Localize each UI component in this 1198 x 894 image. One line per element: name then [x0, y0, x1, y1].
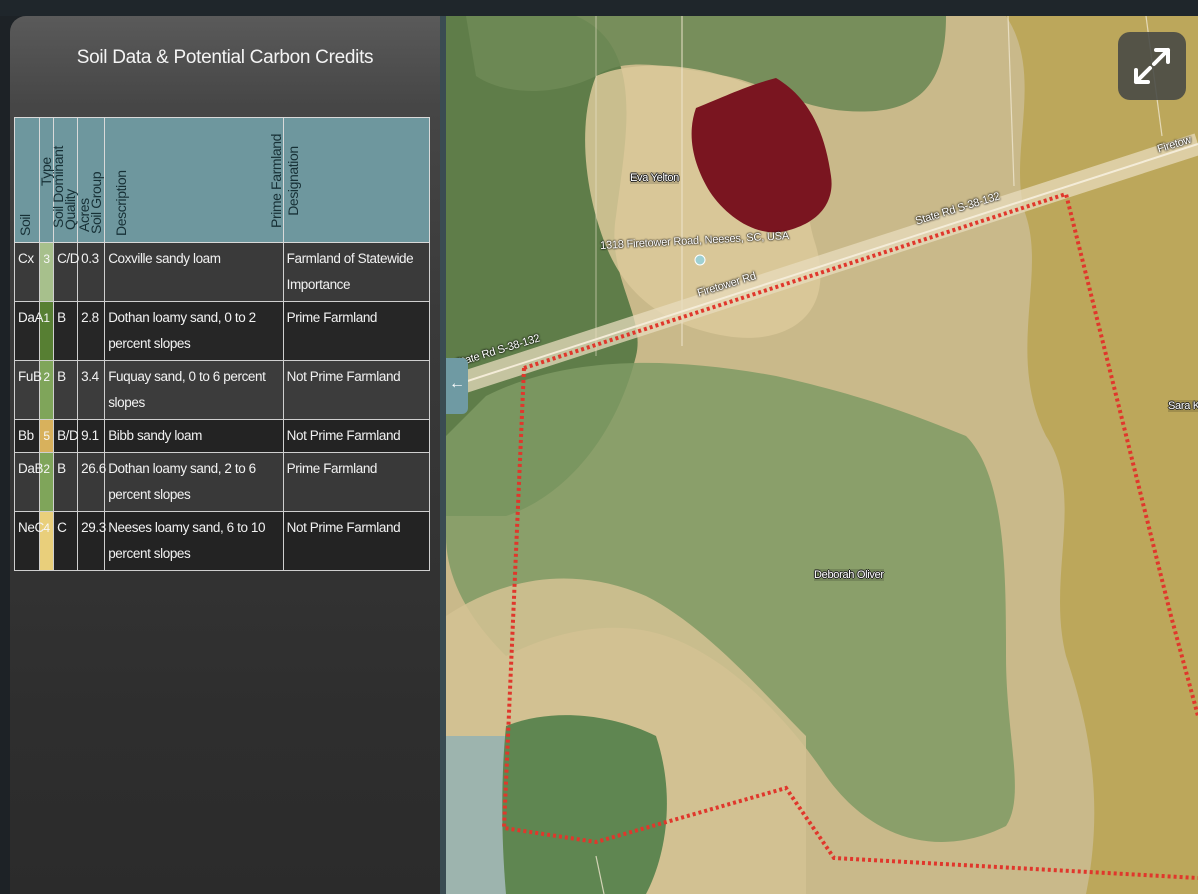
map-canvas	[446, 16, 1198, 894]
table-row[interactable]: Cx 3 C/D 0.3 Coxville sandy loam Farmlan…	[13, 242, 431, 302]
panel-title: Soil Data & Potential Carbon Credits	[76, 47, 374, 68]
address-pin-icon[interactable]	[694, 254, 706, 266]
cell-description: Dothan loamy sand, 2 to 6 percent slopes	[104, 452, 284, 512]
cell-soil: NeC	[13, 511, 44, 571]
soil-map[interactable]: Eva Yelton Deborah Oliver Sara K 1318 Fi…	[446, 16, 1198, 894]
owner-label-1[interactable]: Eva Yelton	[630, 172, 679, 184]
header-soil-group-label: Soil Group	[88, 171, 105, 234]
cell-description: Coxville sandy loam	[104, 242, 284, 302]
cell-soil: Cx	[13, 242, 41, 302]
expand-icon	[1134, 48, 1170, 84]
map-forest-bottom	[502, 715, 667, 894]
cell-soil: FuB	[13, 360, 42, 420]
header-acres: Acres Soil Group	[76, 117, 106, 243]
header-soil-label: Soil	[17, 214, 33, 236]
cell-farmland: Not Prime Farmland	[282, 360, 431, 420]
cell-acres: 9.1	[77, 419, 106, 453]
cell-group: C	[53, 511, 79, 571]
cell-group: B	[53, 301, 79, 361]
table-header-row: Soil Type Soil Dominant Quality Acres Soil…	[13, 117, 431, 243]
cell-type: 3	[39, 242, 55, 302]
cell-description: Bibb sandy loam	[104, 419, 284, 453]
cell-farmland: Not Prime Farmland	[282, 511, 431, 571]
owner-label-2[interactable]: Deborah Oliver	[814, 569, 884, 581]
cell-acres: 2.8	[77, 301, 106, 361]
cell-farmland: Not Prime Farmland	[282, 419, 431, 453]
top-bar	[0, 0, 1198, 16]
header-quality-label: Quality	[62, 189, 79, 230]
table-row[interactable]: DaA 1 B 2.8 Dothan loamy sand, 0 to 2 pe…	[13, 301, 431, 361]
header-description: Description	[104, 117, 284, 243]
header-dominant: Soil Dominant Quality	[50, 117, 79, 243]
header-soil: Soil	[13, 117, 41, 243]
cell-group: B	[53, 360, 79, 420]
arrow-left-icon: ←	[449, 375, 465, 392]
cell-soil: Bb	[13, 419, 41, 453]
cell-group: B/D	[53, 419, 79, 453]
cell-acres: 29.3	[77, 511, 106, 571]
cell-acres: 3.4	[77, 360, 106, 420]
cell-farmland: Prime Farmland	[282, 452, 431, 512]
owner-label-3[interactable]: Sara K	[1168, 400, 1198, 412]
cell-farmland: Farmland of Statewide Importance	[282, 242, 431, 302]
cell-description: Dothan loamy sand, 0 to 2 percent slopes	[104, 301, 284, 361]
table-row[interactable]: FuB 2 B 3.4 Fuquay sand, 0 to 6 percent …	[13, 360, 431, 420]
soil-data-panel: Soil Data & Potential Carbon Credits Soi…	[10, 16, 440, 894]
table-row[interactable]: DaB 2 B 26.6 Dothan loamy sand, 2 to 6 p…	[13, 452, 431, 512]
cell-group: C/D	[53, 242, 80, 302]
collapse-panel-button[interactable]: ←	[446, 358, 468, 414]
table-row[interactable]: NeC 4 C 29.3 Neeses loamy sand, 6 to 10 …	[13, 511, 431, 571]
cell-description: Neeses loamy sand, 6 to 10 percent slope…	[104, 511, 284, 571]
cell-soil: DaA	[13, 301, 43, 361]
cell-farmland: Prime Farmland	[282, 301, 431, 361]
expand-map-button[interactable]	[1118, 32, 1186, 100]
cell-group: B	[53, 452, 79, 512]
cell-description: Fuquay sand, 0 to 6 percent slopes	[104, 360, 284, 420]
soil-table: Soil Type Soil Dominant Quality Acres Soil…	[13, 117, 431, 571]
header-farmland: Prime Farmland Designation	[268, 117, 431, 243]
header-farmland-label: Prime Farmland Designation	[267, 134, 301, 228]
cell-acres: 0.3	[77, 242, 106, 302]
table-row[interactable]: Bb 5 B/D 9.1 Bibb sandy loam Not Prime F…	[13, 419, 431, 453]
header-description-label: Description	[113, 170, 130, 236]
cell-soil: DaB	[13, 452, 43, 512]
cell-type: 5	[39, 419, 55, 453]
cell-acres: 26.6	[77, 452, 106, 512]
